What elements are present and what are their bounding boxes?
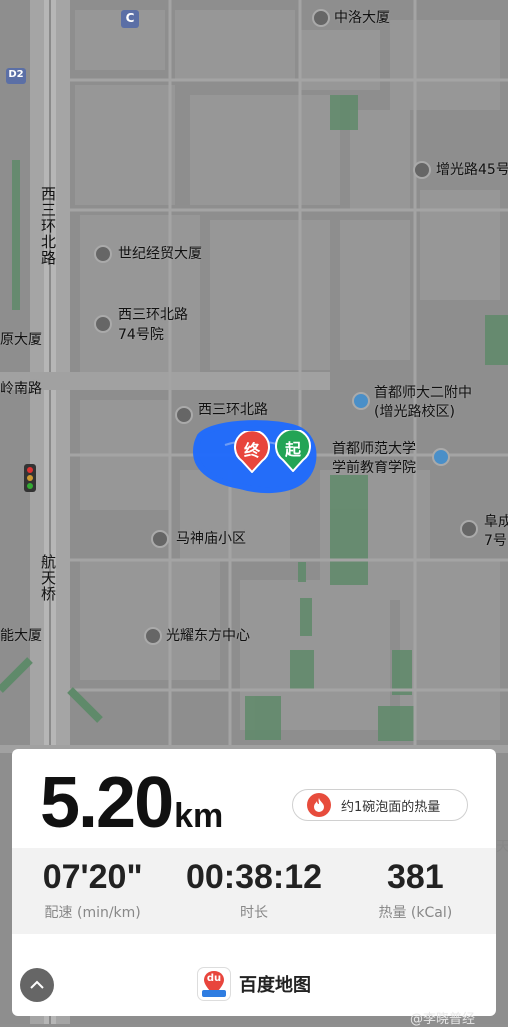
poi-label[interactable]: 能大厦 <box>0 627 42 645</box>
stat-calories: 381 热量 (kCal) <box>335 848 496 934</box>
distance-unit: km <box>174 797 224 835</box>
poi-pin-icon[interactable] <box>432 448 450 466</box>
poi-label[interactable]: 原大厦 <box>0 331 42 349</box>
poi-label[interactable]: 7号 <box>484 532 507 550</box>
poi-pin-icon[interactable] <box>312 9 330 27</box>
chevron-up-icon <box>30 980 44 989</box>
collapse-button[interactable] <box>20 968 54 1002</box>
poi-label[interactable]: 阜成 <box>484 513 508 531</box>
poi-pin-icon[interactable] <box>413 161 431 179</box>
stat-label: 热量 (kCal) <box>378 905 453 921</box>
start-marker[interactable]: 起 <box>275 428 311 473</box>
watermark: @李晓普经 <box>410 1012 476 1027</box>
poi-pin-icon[interactable] <box>94 245 112 263</box>
poi-label[interactable]: 74号院 <box>118 326 164 344</box>
poi-label[interactable]: 西三环北路 <box>118 306 188 324</box>
stats-row: 07'20" 配速 (min/km) 00:38:12 时长 381 热量 (k… <box>12 848 496 934</box>
poi-pin-icon[interactable] <box>352 392 370 410</box>
poi-pin-icon[interactable] <box>144 627 162 645</box>
poi-label[interactable]: 光耀东方中心 <box>166 627 250 645</box>
poi-label[interactable]: 马神庙小区 <box>176 530 246 548</box>
stat-pace: 07'20" 配速 (min/km) <box>12 848 173 934</box>
poi-pin-icon[interactable] <box>94 315 112 333</box>
stat-value: 00:38:12 <box>185 858 323 896</box>
fire-icon <box>307 793 331 817</box>
poi-label[interactable]: 世纪经贸大厦 <box>118 245 202 263</box>
poi-label[interactable]: 学前教育学院 <box>332 459 416 477</box>
brand: du 百度地图 <box>12 967 496 1001</box>
poi-label[interactable]: 首都师范大学 <box>332 440 416 458</box>
calorie-equivalent-text: 约1碗泡面的热量 <box>341 799 441 815</box>
road-label-xisanhuan: 西三环北路 <box>39 186 57 266</box>
road-badge-c-label: C <box>125 11 135 25</box>
stat-value: 07'20" <box>42 858 143 896</box>
poi-label[interactable]: 中洛大厦 <box>334 9 390 27</box>
poi-label[interactable]: 岭南路 <box>0 380 42 398</box>
poi-label[interactable]: (增光路校区) <box>374 403 455 421</box>
poi-pin-icon[interactable] <box>175 406 193 424</box>
stat-value: 381 <box>386 858 444 896</box>
baidu-map-logo-text: du <box>206 973 222 984</box>
distance-display: 5.20 km <box>40 767 223 839</box>
stat-duration: 00:38:12 时长 <box>173 848 334 934</box>
run-summary-card: 5.20 km 约1碗泡面的热量 07'20" 配速 (min/km) 00:3… <box>12 749 496 1016</box>
road-badge-d2-label: D2 <box>8 69 24 80</box>
baidu-map-logo-icon: du <box>197 967 231 1001</box>
start-marker-label: 起 <box>284 440 301 459</box>
brand-name: 百度地图 <box>239 975 311 996</box>
stat-label: 时长 <box>239 905 268 921</box>
poi-label[interactable]: 天 <box>496 838 508 856</box>
stat-label: 配速 (min/km) <box>44 905 141 921</box>
poi-pin-icon[interactable] <box>460 520 478 538</box>
end-marker-label: 终 <box>243 441 260 460</box>
poi-pin-icon[interactable] <box>151 530 169 548</box>
poi-label[interactable]: 首都师大二附中 <box>374 384 472 402</box>
distance-value: 5.20 <box>40 763 174 843</box>
poi-label[interactable]: 西三环北路 <box>198 401 268 419</box>
calorie-equivalent-chip[interactable]: 约1碗泡面的热量 <box>292 789 468 821</box>
poi-label[interactable]: 增光路45号 <box>436 161 508 179</box>
road-label-hangtianqiao: 航天桥 <box>39 554 57 602</box>
end-marker[interactable]: 终 <box>234 429 270 474</box>
